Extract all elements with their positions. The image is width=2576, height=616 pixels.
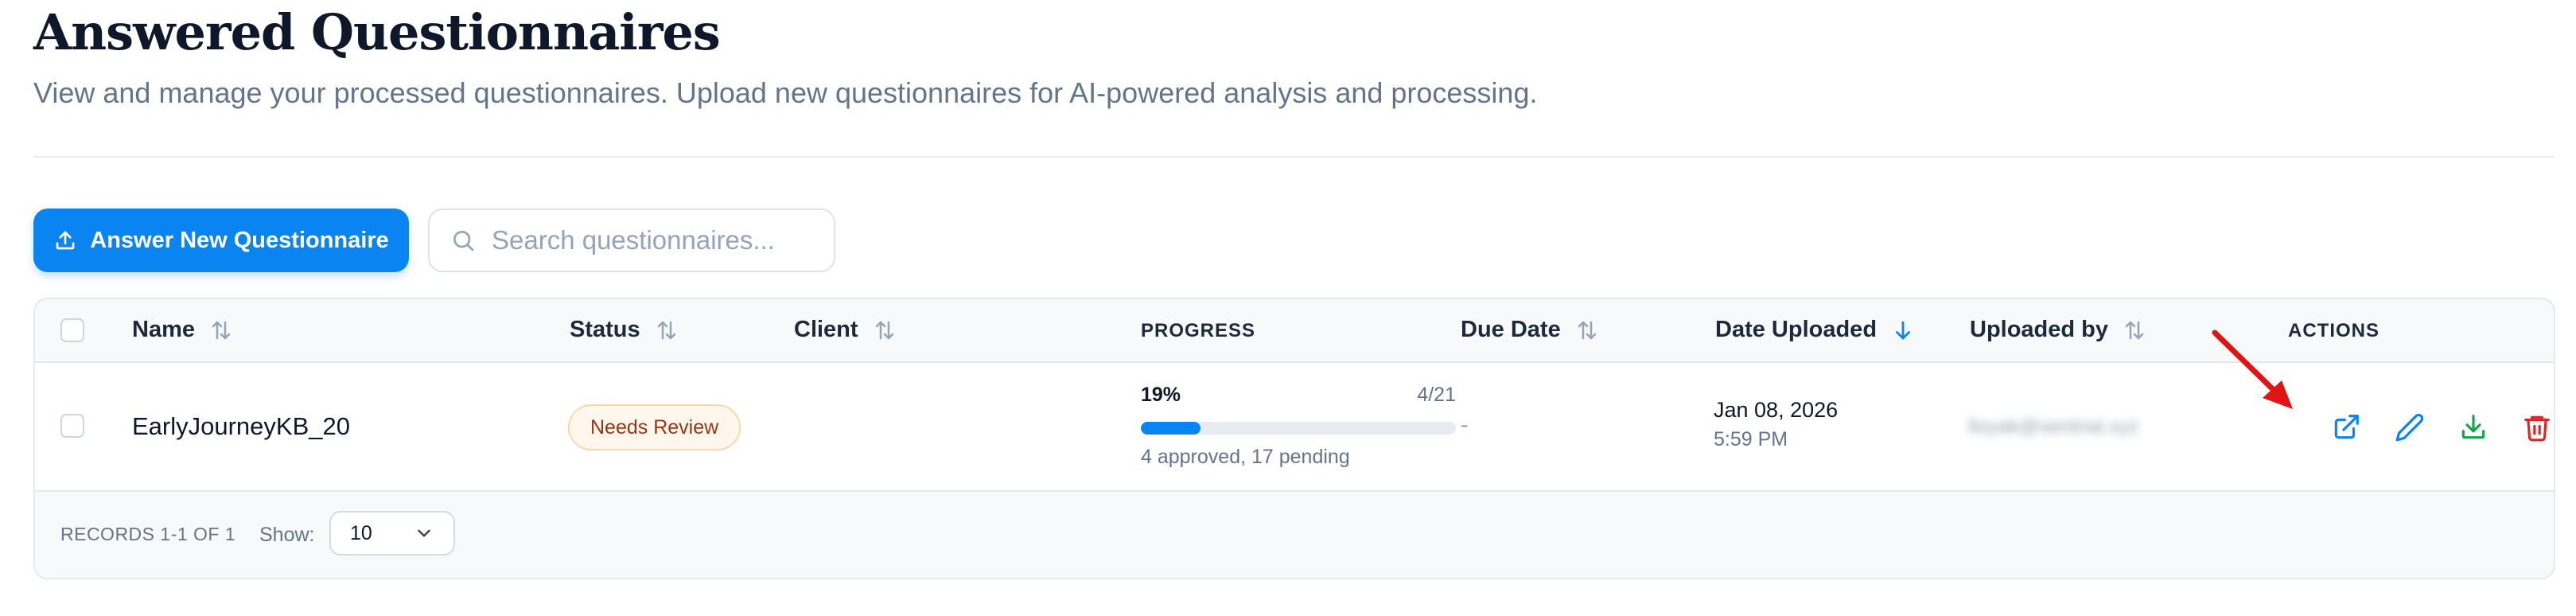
column-header-status[interactable]: Status [570, 317, 679, 343]
status-badge-label: Needs Review [590, 415, 719, 439]
edit-questionnaire-button[interactable] [2393, 411, 2426, 444]
table-footer: RECORDS 1-1 OF 1 Show: 10 [35, 492, 2554, 578]
chevron-down-icon [418, 529, 430, 537]
answer-new-questionnaire-label: Answer New Questionnaire [90, 227, 389, 253]
column-header-progress: PROGRESS [1141, 320, 1255, 342]
progress-note: 4 approved, 17 pending [1141, 446, 1350, 468]
sort-icon [212, 321, 231, 339]
page-title: Answered Questionnaires [33, 3, 721, 61]
page-size-label: Show: [259, 524, 315, 546]
column-header-name-label: Name [132, 317, 195, 342]
column-header-actions: ACTIONS [2288, 320, 2379, 342]
progress-bar-fill [1141, 422, 1201, 435]
date-uploaded: Jan 08, 2026 [1714, 398, 1839, 422]
download-questionnaire-button[interactable] [2457, 411, 2490, 444]
upload-icon [56, 231, 75, 250]
page-size-value: 10 [350, 521, 372, 544]
time-uploaded: 5:59 PM [1714, 428, 1788, 450]
delete-questionnaire-button[interactable] [2520, 411, 2554, 444]
search-box[interactable] [428, 209, 835, 272]
sort-icon [1578, 321, 1596, 339]
header-divider [33, 156, 2554, 158]
column-header-due-date[interactable]: Due Date [1461, 317, 1599, 343]
answer-new-questionnaire-button[interactable]: Answer New Questionnaire [33, 209, 409, 272]
table-header: Name Status Client PROGRESS Due Date Dat… [35, 299, 2554, 363]
column-header-actions-label: ACTIONS [2288, 320, 2379, 341]
progress-percent: 19% [1141, 384, 1181, 406]
column-header-date-uploaded[interactable]: Date Uploaded [1715, 317, 1915, 343]
column-header-date-uploaded-label: Date Uploaded [1715, 317, 1878, 342]
column-header-client-label: Client [794, 317, 858, 342]
trash-icon [2524, 415, 2550, 442]
uploaded-by-email: lloyak@sentrial.xyz [1968, 415, 2139, 438]
questionnaire-name[interactable]: EarlyJourneyKB_20 [132, 412, 350, 441]
progress-bar [1141, 422, 1456, 435]
due-date-cell: - [1461, 412, 1469, 438]
sort-icon [875, 321, 893, 339]
column-header-uploaded-by[interactable]: Uploaded by [1970, 317, 2146, 343]
edit-pencil-icon [2395, 413, 2424, 442]
page-subtitle: View and manage your processed questionn… [33, 76, 1538, 109]
sort-icon [657, 321, 675, 339]
page-size-select[interactable]: 10 [329, 511, 455, 556]
column-header-name[interactable]: Name [132, 317, 233, 343]
search-icon [453, 231, 474, 251]
column-header-client[interactable]: Client [794, 317, 897, 343]
column-header-progress-label: PROGRESS [1141, 320, 1256, 341]
table-row[interactable]: EarlyJourneyKB_20 Needs Review 19% 4/21 … [35, 363, 2554, 492]
sort-descending-icon [1896, 321, 1910, 339]
search-input[interactable] [492, 225, 826, 255]
progress-count: 4/21 [1417, 384, 1456, 406]
records-count: RECORDS 1-1 OF 1 [60, 524, 236, 544]
select-all-checkbox[interactable] [60, 318, 84, 342]
annotation-arrow [2212, 329, 2293, 409]
column-header-uploaded-by-label: Uploaded by [1970, 317, 2109, 342]
open-questionnaire-button[interactable] [2329, 411, 2363, 444]
open-external-icon [2334, 415, 2359, 439]
questionnaires-table: Name Status Client PROGRESS Due Date Dat… [33, 298, 2555, 579]
column-header-due-date-label: Due Date [1461, 317, 1561, 342]
sort-icon [2125, 321, 2144, 339]
status-badge: Needs Review [568, 404, 741, 450]
column-header-status-label: Status [570, 317, 640, 342]
download-icon [2461, 415, 2485, 439]
row-select-checkbox[interactable] [60, 414, 84, 438]
